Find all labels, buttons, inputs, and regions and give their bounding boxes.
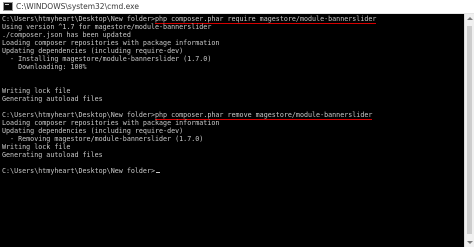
- cmd-window: C:\WINDOWS\system32\cmd.exe C:\Users\htm…: [0, 0, 474, 247]
- scroll-up-arrow-icon[interactable]: [467, 17, 473, 20]
- console-line: Downloading: 100%: [2, 63, 87, 71]
- console-output[interactable]: C:\Users\htmyheart\Desktop\New folder>ph…: [2, 14, 464, 247]
- console-line: C:\Users\htmyheart\Desktop\New folder>ph…: [2, 111, 373, 120]
- console-line: - Removing magestore/module-bannerslider…: [2, 135, 204, 143]
- console-line: Writing lock file: [2, 143, 71, 151]
- cmd-icon: [3, 2, 13, 11]
- console-line: - Installing magestore/module-bannerslid…: [2, 55, 212, 63]
- vertical-scrollbar[interactable]: [464, 14, 474, 247]
- console-line: Using version ^1.7 for magestore/module-…: [2, 23, 212, 31]
- window-title: C:\WINDOWS\system32\cmd.exe: [16, 2, 139, 11]
- console-line: Loading composer repositories with packa…: [2, 119, 220, 127]
- scroll-thumb[interactable]: [467, 26, 472, 234]
- console-line: Generating autoload files: [2, 151, 103, 159]
- console-line: C:\Users\htmyheart\Desktop\New folder>: [2, 167, 160, 175]
- prompt-path: C:\Users\htmyheart\Desktop\New folder>: [2, 15, 155, 23]
- scroll-down-arrow-icon[interactable]: [467, 241, 473, 244]
- console-line: C:\Users\htmyheart\Desktop\New folder>ph…: [2, 15, 377, 24]
- console-line: Updating dependencies (including require…: [2, 47, 184, 55]
- title-bar[interactable]: C:\WINDOWS\system32\cmd.exe: [0, 0, 474, 14]
- prompt-path: C:\Users\htmyheart\Desktop\New folder>: [2, 111, 155, 119]
- console-line: Writing lock file: [2, 87, 71, 95]
- cursor-caret: [156, 172, 160, 173]
- console-line: Loading composer repositories with packa…: [2, 39, 220, 47]
- console-line: ./composer.json has been updated: [2, 31, 131, 39]
- prompt-path: C:\Users\htmyheart\Desktop\New folder>: [2, 167, 155, 175]
- console-line: Updating dependencies (including require…: [2, 127, 184, 135]
- console-line: Generating autoload files: [2, 95, 103, 103]
